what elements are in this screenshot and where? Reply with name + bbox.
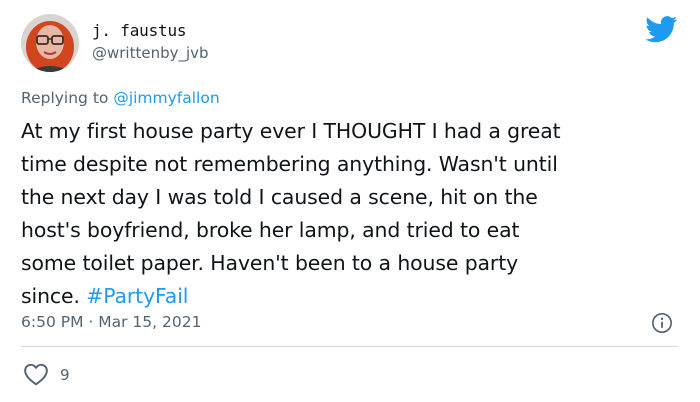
tweet-timestamp[interactable]: 6:50 PM · Mar 15, 2021 <box>21 313 201 331</box>
tweet-line: some toilet paper. Haven't been to a hou… <box>21 251 519 275</box>
heart-icon[interactable] <box>23 362 49 386</box>
tweet-line: time despite not remembering anything. W… <box>21 152 558 176</box>
tweet-text: At my first house party ever I THOUGHT I… <box>21 115 686 313</box>
tweet-last-line: since. #PartyFail <box>21 280 686 313</box>
tweet-date: Mar 15, 2021 <box>98 313 202 331</box>
avatar-image <box>21 14 79 72</box>
tweet-line: since. <box>21 284 87 308</box>
tweet-line: the next day I was told I caused a scene… <box>21 185 538 209</box>
tweet-line: host's boyfriend, broke her lamp, and tr… <box>21 218 520 242</box>
reply-target-link[interactable]: @jimmyfallon <box>113 89 219 107</box>
divider <box>21 346 678 347</box>
replying-prefix: Replying to <box>21 89 114 107</box>
author-display-name[interactable]: j. faustus <box>92 21 187 40</box>
info-icon[interactable] <box>651 312 673 334</box>
author-handle[interactable]: @writtenby_jvb <box>92 44 209 62</box>
like-count: 9 <box>60 366 70 384</box>
twitter-bird-icon[interactable] <box>645 16 678 43</box>
avatar[interactable] <box>21 14 79 72</box>
tweet-time: 6:50 PM <box>21 313 84 331</box>
tweet-line: At my first house party ever I THOUGHT I… <box>21 119 561 143</box>
replying-to: Replying to @jimmyfallon <box>21 89 220 107</box>
hashtag-link[interactable]: #PartyFail <box>86 284 188 308</box>
timestamp-separator: · <box>83 313 99 331</box>
